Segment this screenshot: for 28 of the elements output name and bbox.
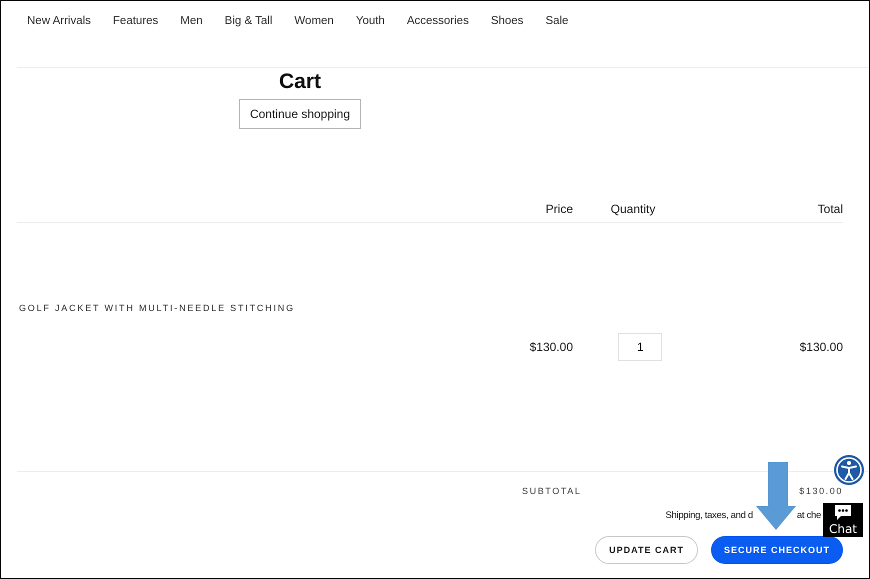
secure-checkout-button[interactable]: SECURE CHECKOUT bbox=[710, 536, 843, 564]
nav-link[interactable]: New Arrivals bbox=[27, 15, 91, 45]
subtotal-label: SUBTOTAL bbox=[522, 486, 582, 496]
column-header: Price bbox=[544, 202, 573, 218]
total-cell-text: $130.00 bbox=[798, 340, 843, 354]
nav-link[interactable]: Youth bbox=[356, 15, 385, 45]
nav-link[interactable]: Men bbox=[180, 15, 203, 45]
nav-link[interactable]: Features bbox=[112, 15, 158, 45]
nav-link[interactable]: Big & Tall bbox=[224, 15, 272, 45]
subtotal-value: $130.00 bbox=[799, 486, 843, 496]
nav-link[interactable]: Shoes bbox=[490, 15, 524, 45]
column-header: Total bbox=[816, 202, 843, 218]
price-cell-text: $130.00 bbox=[528, 340, 573, 354]
shipping-note: Shipping, taxes, and d bbox=[665, 510, 753, 521]
page-title: Cart bbox=[278, 70, 321, 94]
down-arrow-icon bbox=[756, 462, 796, 530]
quantity-field[interactable]: 1 bbox=[618, 333, 662, 361]
chat-bubble-icon bbox=[833, 504, 853, 522]
accessibility-icon[interactable] bbox=[833, 454, 865, 486]
nav-link[interactable]: Sale bbox=[545, 15, 568, 45]
nav-link[interactable]: Accessories bbox=[406, 15, 469, 45]
chat-button[interactable]: Chat bbox=[823, 503, 863, 537]
nav-link[interactable]: Women bbox=[294, 15, 334, 45]
shipping-note: at che bbox=[796, 510, 821, 521]
continue-shopping-button[interactable]: Continue shopping bbox=[238, 99, 362, 129]
product-name[interactable]: GOLF JACKET WITH MULTI-NEEDLE STITCHING bbox=[19, 303, 869, 313]
column-header: Quantity bbox=[610, 202, 656, 218]
update-cart-button[interactable]: UPDATE CART bbox=[595, 536, 698, 564]
